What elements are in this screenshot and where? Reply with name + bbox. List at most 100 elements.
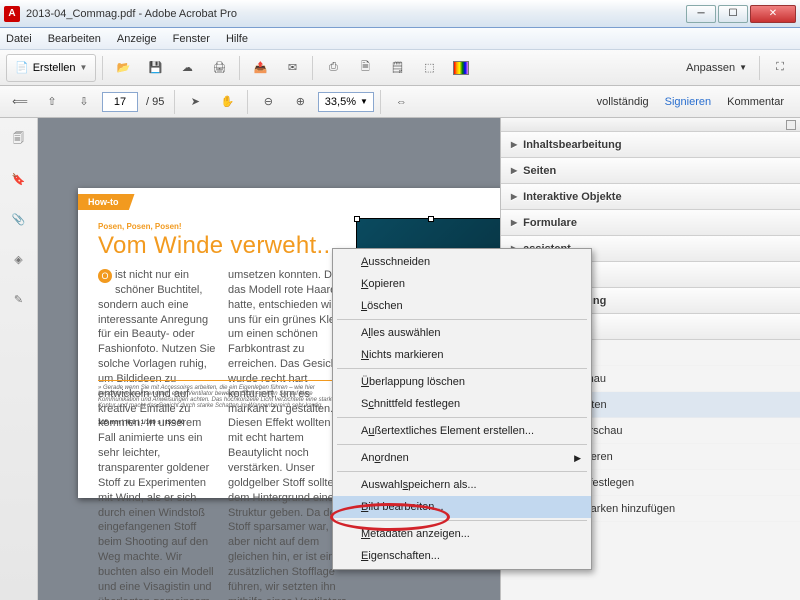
resize-handle[interactable] (428, 216, 434, 222)
context-menu-item[interactable]: Bild bearbeiten... (333, 496, 591, 518)
hand-tool-button[interactable]: ✋ (213, 88, 241, 116)
save-icon: 💾 (149, 61, 163, 74)
page-headline: Vom Winde verweht... (98, 232, 337, 260)
window-title: 2013-04_Commag.pdf - Adobe Acrobat Pro (26, 8, 684, 20)
context-menu-item[interactable]: Überlappung löschen (333, 371, 591, 393)
save-button[interactable]: 💾 (141, 54, 169, 82)
page-meta: 105 mm | f6,3 | 1/160 s | ISO 50 (98, 420, 184, 426)
edit-object-button[interactable]: ⬚ (415, 54, 443, 82)
accordion-inhaltsbearbeitung[interactable]: ▶Inhaltsbearbeitung (501, 132, 800, 158)
customize-button[interactable]: Anpassen ▼ (680, 62, 753, 74)
close-button[interactable]: ✕ (750, 5, 796, 23)
link-vollstaendig[interactable]: vollständig (597, 96, 649, 108)
share-icon: 📤 (254, 61, 268, 74)
fullscreen-button[interactable]: ⛶ (766, 54, 794, 82)
panel-header (501, 118, 800, 132)
context-menu-item[interactable]: Außertextliches Element erstellen... (333, 420, 591, 442)
bookmarks-tab[interactable]: 🔖 (8, 168, 30, 190)
menu-bar: Datei Bearbeiten Anzeige Fenster Hilfe (0, 28, 800, 50)
triangle-right-icon: ▶ (511, 192, 517, 201)
print-icon: 🖨 (212, 61, 226, 74)
pdf-icon: 🗎 (361, 58, 370, 77)
print-button[interactable]: 🖨 (205, 54, 233, 82)
chevron-down-icon: ▼ (80, 63, 88, 72)
first-page-button[interactable]: ⟸ (6, 88, 34, 116)
arrow-down-icon: ⇩ (79, 95, 88, 108)
link-signieren[interactable]: Signieren (665, 96, 711, 108)
thumbnails-tab[interactable]: 🗐 (8, 128, 30, 150)
prev-page-button[interactable]: ⇧ (38, 88, 66, 116)
maximize-button[interactable]: ☐ (718, 5, 748, 23)
triangle-right-icon: ▶ (511, 218, 517, 227)
zoom-out-button[interactable]: ⊖ (254, 88, 282, 116)
context-menu-item[interactable]: Kopieren (333, 273, 591, 295)
folder-open-icon: 📂 (117, 61, 131, 74)
fit-width-button[interactable]: ⇔ (387, 88, 415, 116)
expand-icon: ⛶ (776, 61, 784, 74)
cloud-icon: ☁ (182, 61, 193, 74)
select-tool-button[interactable]: ➤ (181, 88, 209, 116)
attachments-tab[interactable]: 📎 (8, 208, 30, 230)
menu-file[interactable]: Datei (6, 33, 32, 45)
context-menu-item[interactable]: Schnittfeld festlegen (333, 393, 591, 415)
bookmark-icon: 🔖 (12, 173, 26, 186)
main-toolbar: 📄 Erstellen ▼ 📂 💾 ☁ 🖨 📤 ✉ ⎙ 🗎 🗒 ⬚ Anpass… (0, 50, 800, 86)
signatures-tab[interactable]: ✎ (8, 288, 30, 310)
page-subtitle: Posen, Posen, Posen! (98, 222, 182, 231)
zoom-in-button[interactable]: ⊕ (286, 88, 314, 116)
context-menu-item[interactable]: Löschen (333, 295, 591, 317)
hand-icon: ✋ (221, 95, 235, 108)
create-label: Erstellen (33, 62, 76, 74)
fit-icon: ⇔ (396, 96, 407, 108)
context-menu-item[interactable]: Anordnen▶ (333, 447, 591, 469)
context-menu: AusschneidenKopierenLöschen Alles auswähl… (332, 248, 592, 570)
create-button[interactable]: 📄 Erstellen ▼ (6, 54, 96, 82)
cloud-button[interactable]: ☁ (173, 54, 201, 82)
open-button[interactable]: 📂 (109, 54, 137, 82)
window-titlebar: A 2013-04_Commag.pdf - Adobe Acrobat Pro… (0, 0, 800, 28)
triangle-right-icon: ▶ (511, 140, 517, 149)
arrow-up-icon: ⇧ (47, 95, 56, 108)
share-button[interactable]: 📤 (246, 54, 274, 82)
menu-view[interactable]: Anzeige (117, 33, 157, 45)
accordion-seiten[interactable]: ▶Seiten (501, 158, 800, 184)
context-menu-item[interactable]: Ausschneiden (333, 251, 591, 273)
zoom-out-icon: ⊖ (264, 95, 273, 108)
resize-handle[interactable] (354, 216, 360, 222)
minimize-button[interactable]: ─ (686, 5, 716, 23)
accordion-interaktive-objekte[interactable]: ▶Interaktive Objekte (501, 184, 800, 210)
context-menu-item[interactable]: Metadaten anzeigen... (333, 523, 591, 545)
pdf-button[interactable]: 🗎 (351, 54, 379, 82)
context-menu-item[interactable]: Nichts markieren (333, 344, 591, 366)
context-menu-item[interactable]: Eigenschaften... (333, 545, 591, 567)
signature-icon: ✎ (14, 293, 23, 306)
zoom-level-input[interactable]: 33,5%▼ (318, 92, 374, 112)
form-button[interactable]: 🗒 (383, 54, 411, 82)
navigation-rail: 🗐 🔖 📎 ◈ ✎ (0, 118, 38, 600)
circle-left-icon: ⟸ (12, 95, 28, 108)
rainbow-icon (453, 61, 469, 75)
next-page-button[interactable]: ⇩ (70, 88, 98, 116)
scan-icon: ⎙ (329, 61, 338, 74)
page-total-label: / 95 (142, 96, 168, 108)
panel-menu-button[interactable] (786, 120, 796, 130)
pointer-icon: ➤ (191, 95, 200, 108)
context-menu-item[interactable]: Auswahl speichern als... (333, 474, 591, 496)
menu-window[interactable]: Fenster (173, 33, 210, 45)
page-body-text: Oist nicht nur ein schöner Buchtitel, so… (98, 268, 348, 600)
menu-edit[interactable]: Bearbeiten (48, 33, 101, 45)
link-kommentar[interactable]: Kommentar (727, 96, 784, 108)
menu-help[interactable]: Hilfe (226, 33, 248, 45)
page-number-input[interactable] (102, 92, 138, 112)
accordion-formulare[interactable]: ▶Formulare (501, 210, 800, 236)
page-quote: » Gerade wenn Sie mit Accessoires arbeit… (98, 380, 348, 409)
paperclip-icon: 📎 (12, 213, 26, 226)
page-badge: How-to (78, 194, 135, 210)
email-button[interactable]: ✉ (278, 54, 306, 82)
context-menu-item[interactable]: Alles auswählen (333, 322, 591, 344)
layers-tab[interactable]: ◈ (8, 248, 30, 270)
submenu-arrow-icon: ▶ (574, 453, 581, 464)
color-button[interactable] (447, 54, 475, 82)
scan-button[interactable]: ⎙ (319, 54, 347, 82)
chevron-down-icon: ▼ (739, 63, 747, 72)
